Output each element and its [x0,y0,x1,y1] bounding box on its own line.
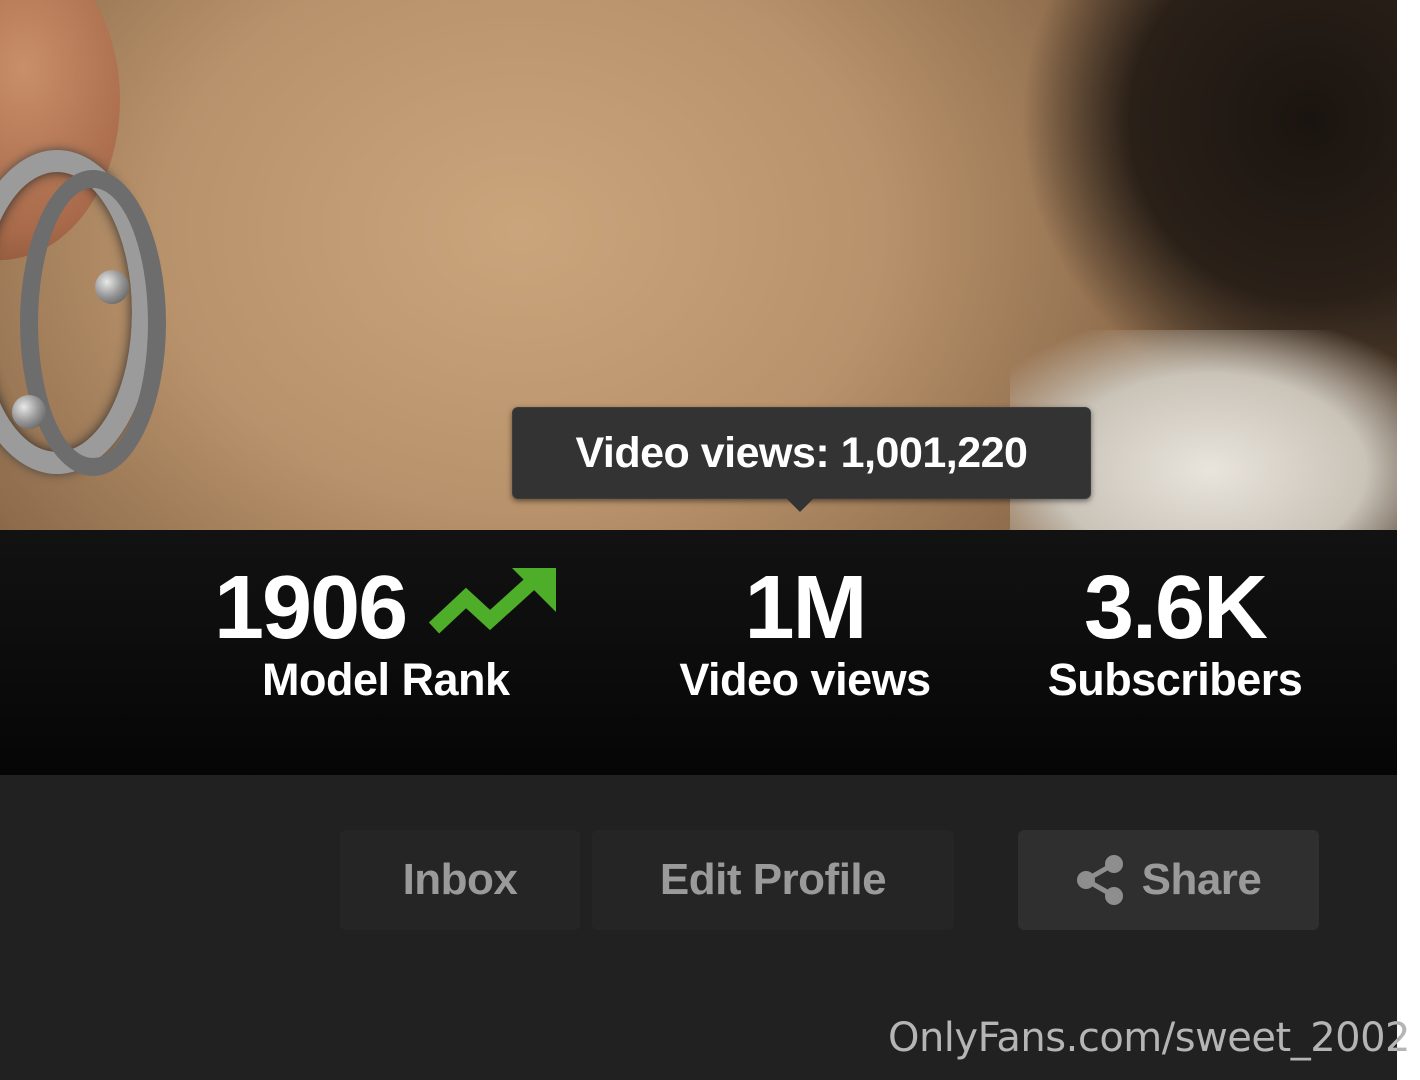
edit-profile-button-label: Edit Profile [659,855,887,904]
trend-up-arrow-icon [429,568,557,634]
stat-model-rank[interactable]: 1906 Model Rank [200,563,600,705]
subscribers-value: 3.6K [1083,558,1268,658]
model-rank-label: Model Rank [262,654,510,705]
stat-video-views[interactable]: 1M Video views [640,563,970,705]
stats-bar: 1906 Model Rank 1M Video views 3.6K Subs… [0,530,1397,775]
model-rank-value: 1906 [214,558,408,658]
inbox-button[interactable]: Inbox [340,830,580,930]
video-views-label: Video views [679,654,931,705]
page-edge [1397,0,1420,1080]
subscribers-label: Subscribers [1047,654,1303,705]
ring-bead [95,270,129,304]
share-button-label: Share [1141,855,1262,904]
edit-profile-button[interactable]: Edit Profile [592,830,954,930]
tooltip-text: Video views: 1,001,220 [575,428,1028,477]
tooltip-arrow [784,496,816,512]
ring-bead [12,395,46,429]
watermark-text: OnlyFans.com/sweet_2002 [887,1015,1411,1061]
profile-page: Video views: 1,001,220 1906 Model Rank 1… [0,0,1397,1080]
inbox-button-label: Inbox [402,855,518,904]
video-views-value: 1M [744,558,867,658]
stat-subscribers[interactable]: 3.6K Subscribers [1010,563,1340,705]
video-views-tooltip: Video views: 1,001,220 [512,407,1091,499]
share-icon [1076,855,1123,905]
ear-ring [20,170,166,476]
share-button[interactable]: Share [1018,830,1319,930]
